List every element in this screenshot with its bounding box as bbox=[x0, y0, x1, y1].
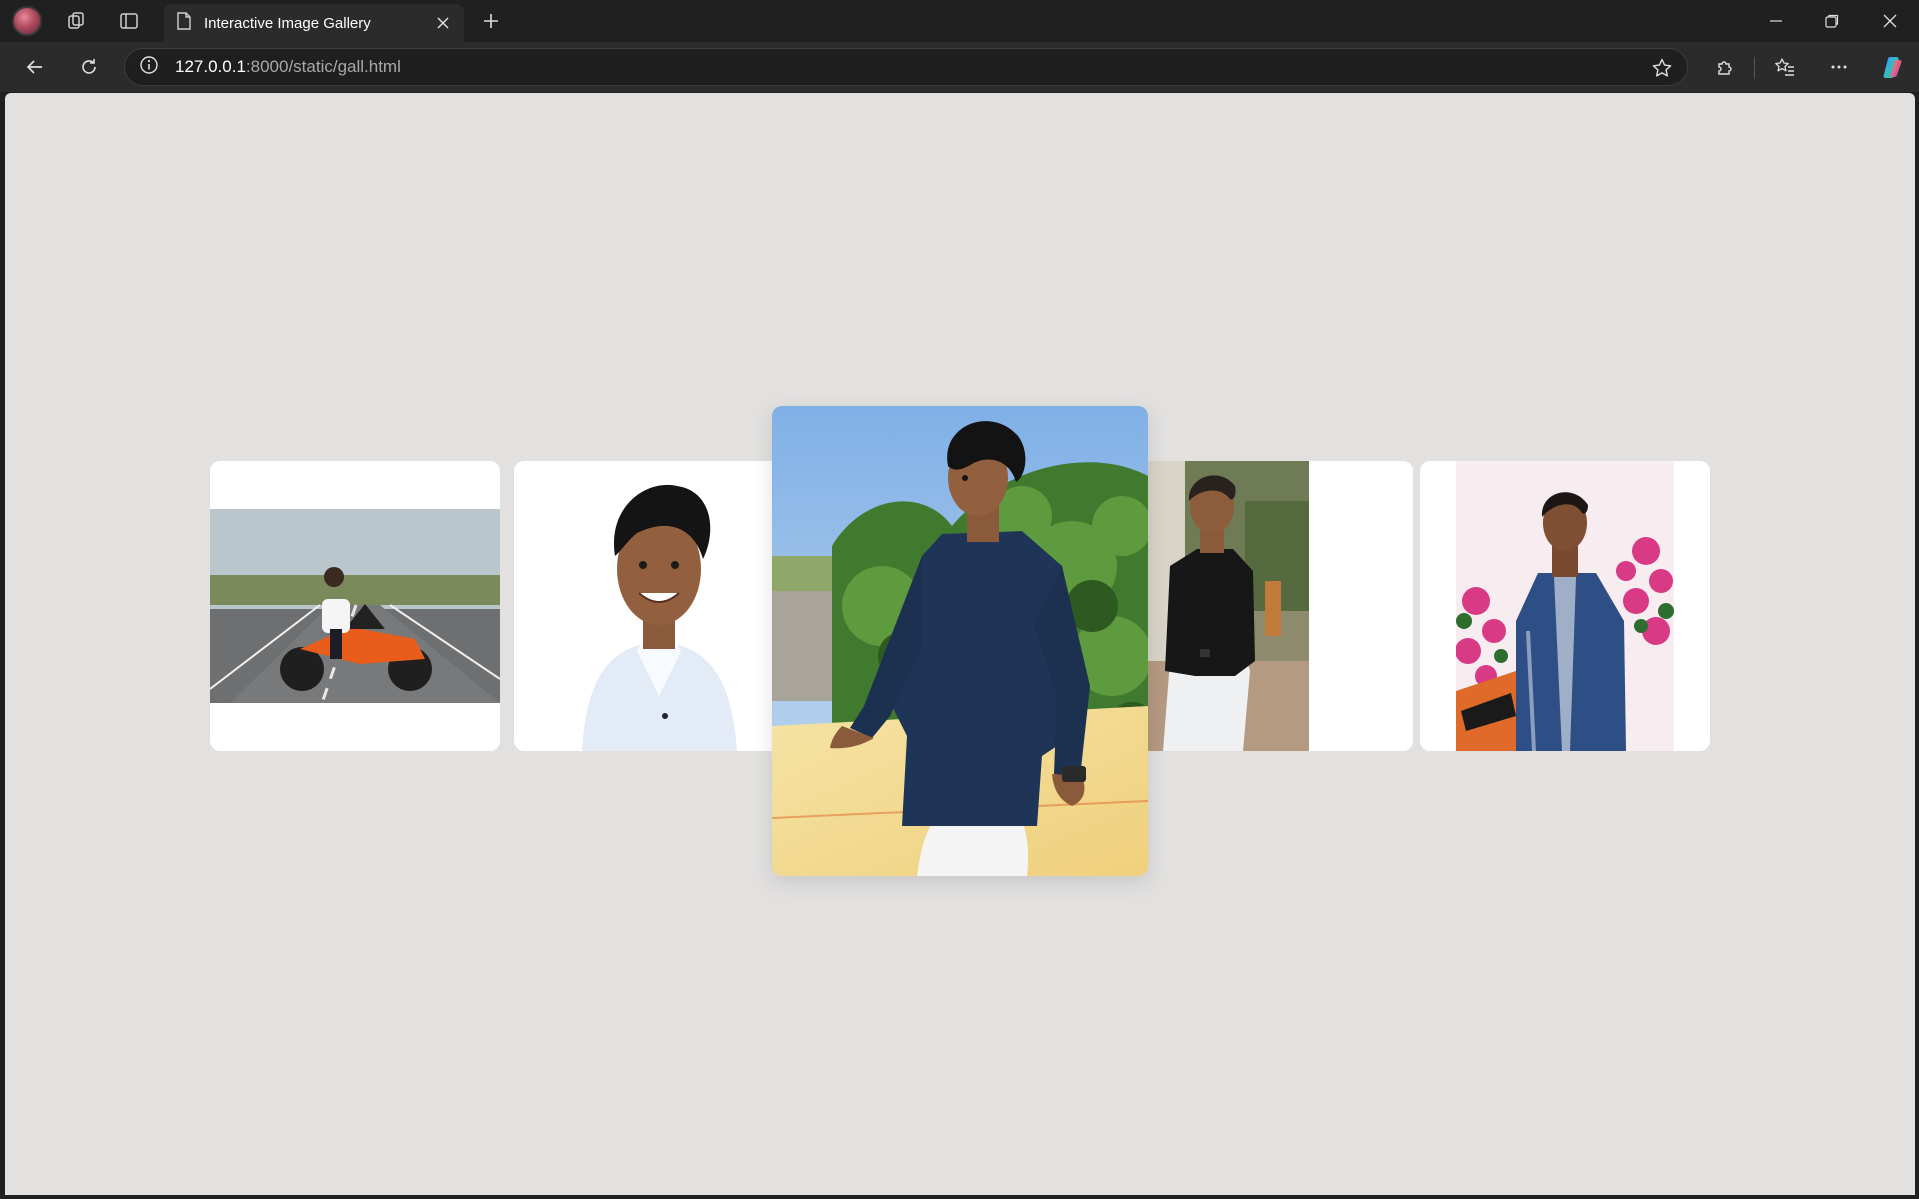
gallery-image-motorcycle bbox=[210, 509, 500, 703]
copilot-icon[interactable] bbox=[1876, 51, 1910, 83]
tab-active[interactable]: Interactive Image Gallery bbox=[164, 4, 464, 42]
tab-actions-icon[interactable] bbox=[114, 8, 144, 34]
back-arrow-icon[interactable] bbox=[18, 51, 52, 83]
gallery-image-navy-shirt bbox=[772, 406, 1148, 876]
minimize-icon[interactable] bbox=[1748, 0, 1804, 42]
restore-icon[interactable] bbox=[1804, 0, 1860, 42]
window-close-icon[interactable] bbox=[1862, 0, 1918, 42]
gallery-card-5[interactable] bbox=[1420, 461, 1710, 751]
gallery-image-flowers bbox=[1456, 461, 1674, 751]
info-icon[interactable] bbox=[139, 55, 159, 80]
tab-title: Interactive Image Gallery bbox=[204, 14, 371, 32]
plus-icon[interactable] bbox=[476, 8, 506, 34]
profile-avatar[interactable] bbox=[12, 6, 42, 36]
browser-toolbar: 127.0.0.1:8000/static/gall.html bbox=[0, 42, 1919, 92]
page-viewport bbox=[5, 93, 1915, 1195]
gallery-card-4[interactable] bbox=[1115, 461, 1413, 751]
gallery-image-smile bbox=[577, 461, 741, 751]
star-icon[interactable] bbox=[1651, 57, 1673, 79]
favorites-icon[interactable] bbox=[1768, 51, 1802, 83]
page-icon bbox=[176, 11, 192, 35]
gallery-card-1[interactable] bbox=[210, 461, 500, 751]
url-host: 127.0.0.1 bbox=[175, 57, 246, 76]
url-path: :8000/static/gall.html bbox=[245, 57, 401, 76]
title-bar: Interactive Image Gallery bbox=[0, 0, 1919, 42]
puzzle-icon[interactable] bbox=[1708, 51, 1742, 83]
address-bar[interactable]: 127.0.0.1:8000/static/gall.html bbox=[124, 48, 1688, 86]
gallery-card-2[interactable] bbox=[514, 461, 804, 751]
toolbar-separator bbox=[1754, 57, 1755, 79]
refresh-icon[interactable] bbox=[72, 51, 106, 83]
workspaces-icon[interactable] bbox=[62, 8, 92, 34]
close-icon[interactable] bbox=[432, 12, 454, 34]
gallery-card-3-active[interactable] bbox=[772, 406, 1148, 876]
more-icon[interactable] bbox=[1822, 51, 1856, 83]
